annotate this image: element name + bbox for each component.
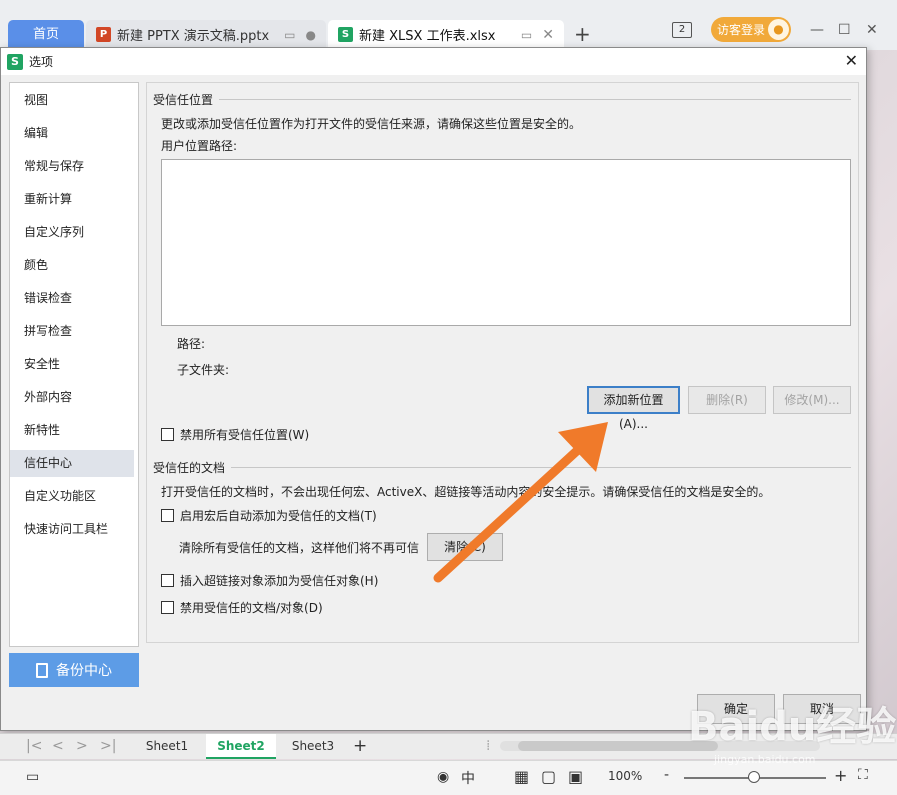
user-path-label: 用户位置路径:	[161, 139, 238, 153]
baidu-url: jingyan.baidu.com	[714, 753, 816, 766]
zoom-level[interactable]: 100%	[608, 769, 642, 783]
path-list[interactable]	[161, 159, 851, 326]
close-window-icon[interactable]: ✕	[866, 22, 878, 38]
checkbox-box	[161, 428, 174, 441]
checkbox-box	[161, 601, 174, 614]
xlsx-file-icon: S	[338, 27, 353, 42]
nav-item[interactable]: 颜色	[10, 252, 134, 279]
monitor-icon[interactable]: ▭	[521, 28, 532, 42]
tab-pptx-label: 新建 PPTX 演示文稿.pptx	[117, 29, 270, 44]
sheet-tab[interactable]: Sheet1	[134, 734, 200, 759]
nav-item[interactable]: 错误检查	[10, 285, 134, 312]
tab-xlsx[interactable]: S 新建 XLSX 工作表.xlsx ▭ ✕	[328, 20, 564, 49]
first-sheet-icon[interactable]: |<	[26, 738, 42, 754]
dialog-title: 选项	[29, 55, 54, 69]
options-nav: 视图编辑常规与保存重新计算自定义序列颜色错误检查拼写检查安全性外部内容新特性信任…	[9, 82, 139, 647]
login-button[interactable]: 访客登录 ●	[711, 17, 791, 42]
disable-all-locations-checkbox[interactable]: 禁用所有受信任位置(W)	[161, 426, 309, 443]
sheet-tab[interactable]: Sheet3	[280, 734, 346, 759]
avatar-icon: ●	[768, 19, 789, 40]
trusted-locations-title: 受信任位置	[153, 93, 214, 107]
baidu-watermark: Baidu经验	[688, 704, 897, 750]
prev-sheet-icon[interactable]: <	[52, 738, 64, 754]
nav-item[interactable]: 自定义功能区	[10, 483, 134, 510]
dot-icon: ●	[305, 27, 316, 42]
nav-item[interactable]: 常规与保存	[10, 153, 134, 180]
language-icon[interactable]: 中	[461, 768, 475, 788]
close-icon[interactable]: ✕	[845, 51, 858, 70]
macro-record-icon[interactable]: ▭	[26, 769, 39, 785]
close-tab-icon[interactable]: ✕	[542, 27, 554, 43]
disable-docs-label: 禁用受信任的文档/对象(D)	[180, 601, 323, 615]
modify-button[interactable]: 修改(M)...	[773, 386, 851, 414]
add-sheet-icon[interactable]: +	[353, 736, 367, 756]
page-layout-icon[interactable]: ▢	[541, 767, 556, 786]
last-sheet-icon[interactable]: >|	[100, 738, 116, 754]
minimize-icon[interactable]: —	[810, 22, 824, 38]
monitor-icon[interactable]: ▭	[284, 28, 295, 42]
login-label: 访客登录	[717, 23, 766, 37]
arrow-shaft	[433, 443, 585, 583]
nav-item[interactable]: 安全性	[10, 351, 134, 378]
disable-all-label: 禁用所有受信任位置(W)	[180, 428, 310, 442]
nav-item[interactable]: 外部内容	[10, 384, 134, 411]
auto-add-checkbox[interactable]: 启用宏后自动添加为受信任的文档(T)	[161, 507, 377, 524]
new-tab-icon[interactable]: +	[574, 22, 591, 46]
clear-text: 清除所有受信任的文档，这样他们将不再可信	[179, 541, 420, 555]
hyperlink-checkbox[interactable]: 插入超链接对象添加为受信任对象(H)	[161, 572, 378, 589]
path-label: 路径:	[177, 337, 206, 351]
tab-xlsx-label: 新建 XLSX 工作表.xlsx	[359, 29, 496, 44]
sheet-tab-active[interactable]: Sheet2	[206, 734, 276, 759]
subfolder-label: 子文件夹:	[177, 363, 230, 377]
nav-item[interactable]: 新特性	[10, 417, 134, 444]
page-break-icon[interactable]: ▣	[568, 767, 583, 786]
tab-home[interactable]: 首页	[8, 20, 84, 49]
divider	[219, 99, 851, 100]
backup-icon	[36, 662, 48, 678]
nav-item[interactable]: 重新计算	[10, 186, 134, 213]
backup-button[interactable]: 备份中心	[9, 653, 139, 687]
next-sheet-icon[interactable]: >	[76, 738, 88, 754]
zoom-slider[interactable]	[684, 771, 826, 783]
backup-label: 备份中心	[56, 663, 112, 679]
delete-button[interactable]: 删除(R)	[688, 386, 766, 414]
annotation-arrow	[433, 422, 608, 583]
splitter-icon[interactable]: ⁞	[486, 738, 490, 754]
normal-view-icon[interactable]: ▦	[514, 767, 529, 786]
eye-protection-icon[interactable]: ◉	[437, 769, 449, 785]
auto-add-label: 启用宏后自动添加为受信任的文档(T)	[180, 509, 377, 523]
checkbox-box	[161, 574, 174, 587]
nav-item[interactable]: 拼写检查	[10, 318, 134, 345]
nav-item[interactable]: 快速访问工具栏	[10, 516, 134, 543]
zoom-in-icon[interactable]: +	[834, 766, 847, 785]
fullscreen-icon[interactable]: ⛶	[858, 767, 868, 783]
tab-bar: 首页 P 新建 PPTX 演示文稿.pptx ▭ ● S 新建 XLSX 工作表.…	[0, 0, 897, 50]
zoom-out-icon[interactable]: -	[664, 767, 669, 783]
window-count-badge[interactable]: 2	[672, 22, 692, 38]
hyperlink-label: 插入超链接对象添加为受信任对象(H)	[180, 574, 379, 588]
nav-item[interactable]: 信任中心	[10, 450, 134, 477]
nav-item[interactable]: 自定义序列	[10, 219, 134, 246]
disable-docs-checkbox[interactable]: 禁用受信任的文档/对象(D)	[161, 599, 323, 616]
dialog-titlebar: S 选项 ✕	[1, 48, 866, 75]
pptx-file-icon: P	[96, 27, 111, 42]
maximize-icon[interactable]: ☐	[838, 22, 851, 38]
checkbox-box	[161, 509, 174, 522]
zoom-slider-thumb[interactable]	[748, 771, 760, 783]
nav-item[interactable]: 视图	[10, 87, 134, 114]
tab-pptx[interactable]: P 新建 PPTX 演示文稿.pptx ▭ ●	[86, 20, 326, 49]
trusted-locations-desc: 更改或添加受信任位置作为打开文件的受信任来源，请确保这些位置是安全的。	[161, 117, 582, 131]
options-dialog: S 选项 ✕ 视图编辑常规与保存重新计算自定义序列颜色错误检查拼写检查安全性外部…	[0, 47, 867, 731]
app-icon: S	[7, 53, 23, 70]
nav-item[interactable]: 编辑	[10, 120, 134, 147]
trusted-docs-title: 受信任的文档	[153, 461, 226, 475]
